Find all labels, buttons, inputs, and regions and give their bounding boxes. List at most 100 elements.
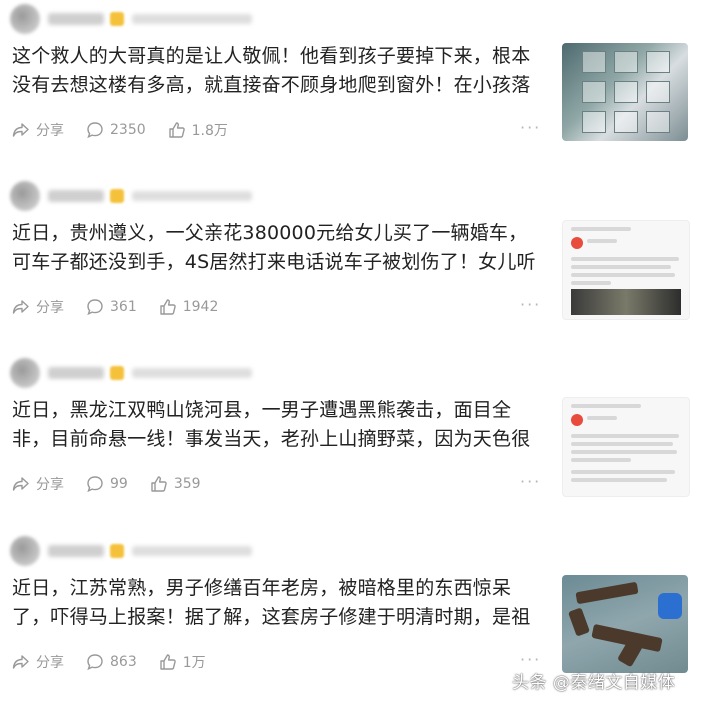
text-line-shape (571, 273, 675, 277)
post-text[interactable]: 近日，贵州遵义，一父亲花380000元给女儿买了一辆婚车，可车子都还没到手，4S… (12, 219, 542, 277)
like-count: 1.8万 (191, 123, 228, 139)
more-options-icon[interactable]: ··· (520, 295, 541, 314)
comment-icon (87, 654, 103, 671)
comment-button[interactable]: 863 (86, 653, 137, 671)
author-name-blurred[interactable] (48, 13, 104, 25)
like-count: 1942 (182, 299, 219, 315)
logo-icon (571, 414, 583, 426)
window-shape (582, 81, 606, 103)
author-name-blurred[interactable] (48, 545, 104, 557)
share-icon (12, 123, 29, 137)
author-name-blurred[interactable] (48, 367, 104, 379)
post-text[interactable]: 近日，江苏常熟，男子修缮百年老房，被暗格里的东西惊呆了，吓得马上报案！据了解，这… (12, 574, 542, 632)
like-count: 1万 (182, 655, 206, 671)
share-label: 分享 (36, 123, 64, 139)
share-icon (12, 300, 29, 314)
avatar[interactable] (10, 181, 40, 211)
post-actions: 分享 2350 1.8万 (12, 118, 250, 142)
more-options-icon[interactable]: ··· (520, 650, 541, 669)
rusty-guns-photo-icon[interactable] (562, 575, 688, 673)
window-shape (646, 51, 670, 73)
vip-badge-icon (110, 189, 124, 203)
text-line-shape (571, 257, 679, 261)
post-actions: 分享 99 359 (12, 472, 223, 496)
author-name-blurred[interactable] (48, 190, 104, 202)
thumbs-up-icon (160, 299, 176, 315)
share-button[interactable]: 分享 (12, 297, 64, 317)
comment-count: 361 (110, 299, 137, 315)
text-line-shape (587, 239, 617, 243)
author-meta-blurred (132, 368, 252, 378)
text-line-shape (571, 470, 675, 474)
window-shape (646, 111, 670, 133)
text-line-shape (571, 458, 631, 462)
author-meta-blurred (132, 14, 252, 24)
share-label: 分享 (36, 477, 64, 493)
more-options-icon[interactable]: ··· (520, 472, 541, 491)
window-shape (582, 111, 606, 133)
comment-button[interactable]: 99 (86, 475, 128, 493)
watermark: 头条 @秦绪文自媒体 (512, 673, 676, 693)
share-label: 分享 (36, 655, 64, 671)
avatar[interactable] (10, 4, 40, 34)
share-button[interactable]: 分享 (12, 652, 64, 672)
gun-shape (567, 607, 591, 637)
post-header (10, 181, 252, 211)
thumbs-up-icon (168, 122, 185, 138)
post-actions: 分享 863 1万 (12, 650, 228, 674)
text-line-shape (571, 450, 677, 454)
news-article-thumbnail[interactable] (562, 397, 690, 497)
vip-badge-icon (110, 366, 124, 380)
like-button[interactable]: 1942 (159, 298, 219, 316)
share-icon (12, 655, 29, 669)
text-line-shape (571, 227, 631, 231)
window-shape (614, 51, 638, 73)
gun-shape (575, 581, 639, 605)
share-icon (12, 477, 29, 491)
post-header (10, 358, 252, 388)
share-button[interactable]: 分享 (12, 474, 64, 494)
share-button[interactable]: 分享 (12, 120, 64, 140)
news-article-thumbnail[interactable] (562, 220, 690, 320)
feed-post[interactable]: 近日，黑龙江双鸭山饶河县，一男子遭遇黑熊袭击，面目全非，目前命悬一线！事发当天，… (0, 354, 701, 522)
like-button[interactable]: 1.8万 (168, 120, 228, 140)
author-meta-blurred (132, 191, 252, 201)
text-line-shape (571, 404, 641, 408)
thumbs-up-icon (151, 476, 167, 492)
vip-badge-icon (110, 544, 124, 558)
window-shape (614, 81, 638, 103)
comment-button[interactable]: 361 (86, 298, 137, 316)
post-actions: 分享 361 1942 (12, 295, 240, 319)
vip-badge-icon (110, 12, 124, 26)
like-button[interactable]: 359 (150, 475, 201, 493)
post-header (10, 536, 252, 566)
building-photo-icon[interactable] (562, 43, 688, 141)
comment-button[interactable]: 2350 (86, 121, 146, 139)
post-header (10, 4, 252, 34)
window-shape (646, 81, 670, 103)
thumbs-up-icon (160, 654, 176, 670)
feed-post[interactable]: 这个救人的大哥真的是让人敬佩！他看到孩子要掉下来，根本没有去想这楼有多高，就直接… (0, 0, 701, 168)
window-shape (614, 111, 638, 133)
author-meta-blurred (132, 546, 252, 556)
like-count: 359 (173, 476, 201, 492)
comment-icon (87, 122, 103, 139)
comment-count: 99 (110, 476, 128, 492)
share-label: 分享 (36, 300, 64, 316)
text-line-shape (571, 478, 667, 482)
text-line-shape (571, 442, 673, 446)
logo-icon (571, 237, 583, 249)
text-line-shape (587, 416, 617, 420)
text-line-shape (571, 434, 679, 438)
feed-post[interactable]: 近日，贵州遵义，一父亲花380000元给女儿买了一辆婚车，可车子都还没到手，4S… (0, 177, 701, 345)
more-options-icon[interactable]: ··· (520, 118, 541, 137)
blue-object-shape (658, 593, 682, 619)
comment-icon (87, 476, 103, 493)
comment-count: 863 (110, 654, 137, 670)
post-text[interactable]: 近日，黑龙江双鸭山饶河县，一男子遭遇黑熊袭击，面目全非，目前命悬一线！事发当天，… (12, 396, 542, 454)
post-text[interactable]: 这个救人的大哥真的是让人敬佩！他看到孩子要掉下来，根本没有去想这楼有多高，就直接… (12, 42, 542, 100)
avatar[interactable] (10, 536, 40, 566)
like-button[interactable]: 1万 (159, 652, 206, 672)
avatar[interactable] (10, 358, 40, 388)
comment-count: 2350 (110, 122, 146, 138)
